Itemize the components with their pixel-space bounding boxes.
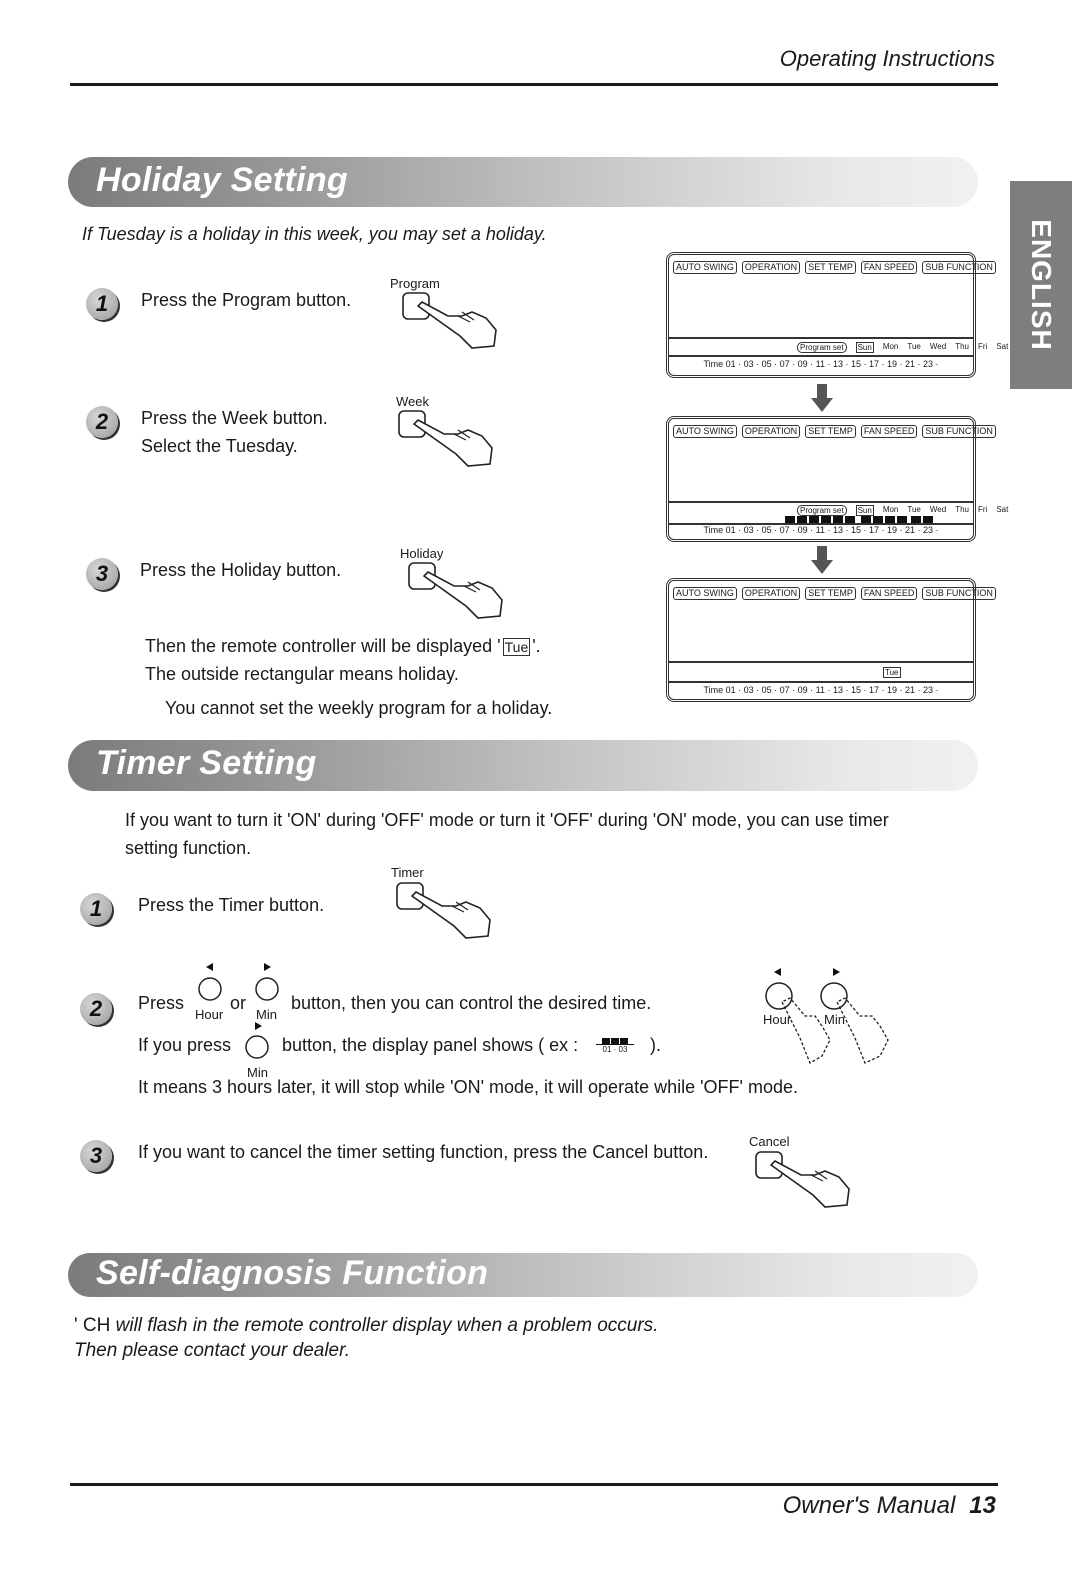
step-text: button, the display panel shows ( ex : (282, 1035, 579, 1055)
illus-hour-label: Hour (763, 1012, 792, 1027)
arrow-down-icon (811, 546, 833, 574)
step-number: 2 (80, 993, 112, 1025)
footer-title: Owner's Manual (782, 1492, 956, 1519)
min-button-icon (245, 1022, 269, 1059)
holiday-note-line1: Then the remote controller will be displ… (145, 636, 541, 656)
section-bar-holiday: Holiday Setting (68, 157, 978, 207)
timer-intro-line2: setting function. (125, 838, 252, 858)
holiday-intro: If Tuesday is a holiday in this week, yo… (82, 224, 547, 244)
hand-pressing-cancel-button-icon (755, 1151, 850, 1208)
page-number: 13 (969, 1492, 996, 1519)
step-text: If you want to cancel the timer setting … (138, 1142, 709, 1162)
step-text-press: Press (138, 993, 185, 1013)
step-text: Select the Tuesday. (141, 436, 298, 456)
lcd-day-row: Program set Sun Mon Tue Wed Thu Fri Sat (797, 505, 1008, 516)
hour-label: Hour (195, 1007, 224, 1022)
holiday-note-line3: You cannot set the weekly program for a … (165, 698, 553, 718)
header-rule (70, 83, 998, 86)
step-number: 1 (80, 893, 112, 925)
diagnosis-line2: Then please contact your dealer. (74, 1340, 351, 1361)
button-label: Timer (391, 865, 424, 880)
step-number: 3 (86, 558, 118, 590)
step-number: 2 (86, 406, 118, 438)
min-label: Min (256, 1007, 277, 1022)
lcd-holiday-day: Tue (883, 667, 901, 678)
step-text: Press the Week button. (141, 408, 328, 428)
button-label: Cancel (749, 1134, 790, 1149)
step-number: 3 (80, 1140, 112, 1172)
lcd-day-row: Program set Sun Mon Tue Wed Thu Fri Sat (797, 342, 1008, 353)
section-title: Holiday Setting (96, 161, 348, 199)
or-text: or (230, 993, 247, 1013)
step-text: Press the Timer button. (138, 895, 325, 915)
timer-intro-line1: If you want to turn it 'ON' during 'OFF'… (125, 810, 889, 830)
lcd-chips: AUTO SWING OPERATION SET TEMP FAN SPEED SUB … (673, 587, 996, 600)
hour-button-icon (198, 963, 222, 1001)
hand-pressing-timer-button-icon (396, 882, 491, 939)
min-button-icon (255, 963, 279, 1001)
button-label: Program (390, 276, 440, 291)
section-bar-timer: Timer Setting (68, 740, 978, 791)
button-label: Week (396, 394, 429, 409)
lcd-chips: AUTO SWING OPERATION SET TEMP FAN SPEED SUB … (673, 425, 996, 438)
footer: Owner's Manual 13 (783, 1492, 996, 1520)
holiday-day-symbol: Tue (502, 638, 531, 656)
button-label: Holiday (400, 546, 444, 561)
language-tab-label: ENGLISH (1026, 219, 1057, 351)
lcd-program-blocks-c (911, 516, 933, 523)
hand-pressing-week-button-icon (398, 410, 493, 467)
section-title: Timer Setting (96, 744, 317, 782)
step-text: button, then you can control the desired… (291, 993, 652, 1013)
holiday-note-line2: The outside rectangular means holiday. (145, 664, 459, 684)
lcd-display-program: AUTO SWING OPERATION SET TEMP FAN SPEED SUB … (666, 252, 1008, 378)
lcd-chips: AUTO SWING OPERATION SET TEMP FAN SPEED SUB … (673, 261, 996, 274)
illus-min-label: Min (824, 1012, 845, 1027)
header-title: Operating Instructions (779, 46, 995, 71)
lcd-display-week: AUTO SWING OPERATION SET TEMP FAN SPEED SUB … (666, 416, 1008, 542)
hand-pressing-program-button-icon (402, 292, 497, 349)
lcd-time-row: Time 01 · 03 · 05 · 07 · 09 · 11 · 13 · … (703, 685, 939, 695)
step-text: It means 3 hours later, it will stop whi… (138, 1077, 798, 1097)
diagnosis-line1: ' CH will flash in the remote controller… (74, 1315, 659, 1336)
language-tab: ENGLISH (1010, 181, 1072, 389)
display-example-icon: 01 · 03 (596, 1038, 634, 1054)
arrow-down-icon (811, 384, 833, 412)
lcd-display-holiday: AUTO SWING OPERATION SET TEMP FAN SPEED SUB … (666, 578, 996, 702)
step-text: Press the Holiday button. (140, 560, 342, 580)
hand-pressing-holiday-button-icon (408, 562, 503, 619)
section-title: Self-diagnosis Function (96, 1254, 489, 1292)
lcd-time-row: Time 01 · 03 · 05 · 07 · 09 · 11 · 13 · … (703, 359, 939, 369)
step-text: ). (650, 1035, 661, 1055)
step-text: If you press (138, 1035, 232, 1055)
step-text: Press the Program button. (141, 290, 352, 310)
section-bar-diagnosis: Self-diagnosis Function (68, 1253, 978, 1297)
step-number: 1 (86, 288, 118, 320)
lcd-program-blocks-b (861, 516, 907, 523)
lcd-program-blocks-a (785, 516, 855, 523)
footer-rule (70, 1483, 998, 1486)
lcd-time-row: Time 01 · 03 · 05 · 07 · 09 · 11 · 13 · … (703, 525, 939, 535)
